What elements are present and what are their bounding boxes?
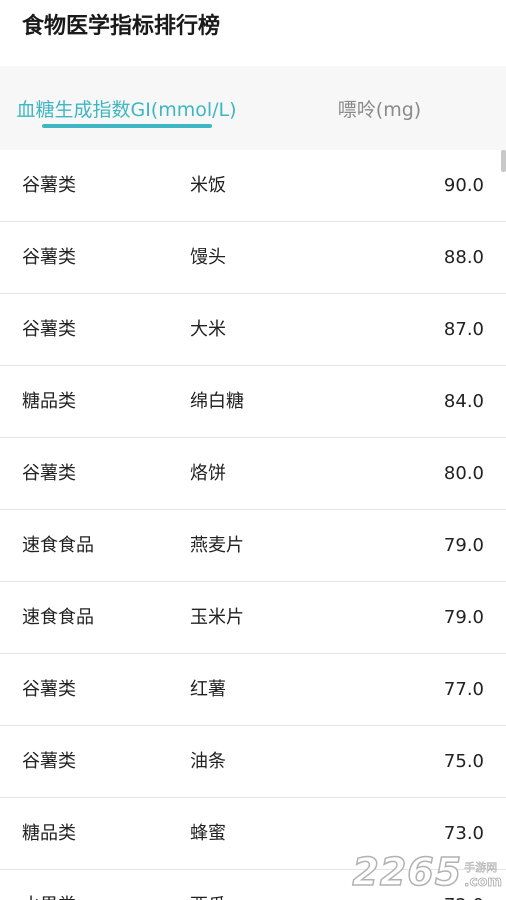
- table-row[interactable]: 速食食品 玉米片 79.0: [0, 582, 506, 654]
- row-category: 谷薯类: [22, 175, 76, 196]
- row-value: 73.0: [443, 823, 484, 844]
- page-title: 食物医学指标排行榜: [22, 14, 221, 39]
- row-category: 水果类: [22, 870, 76, 900]
- row-food-name: 绵白糖: [190, 391, 244, 412]
- row-food-name: 烙饼: [190, 463, 226, 484]
- header-bar: 食物医学指标排行榜: [0, 0, 506, 66]
- row-value: 77.0: [443, 679, 484, 700]
- table-row[interactable]: 水果类 西瓜 72.0: [0, 870, 506, 900]
- row-category: 糖品类: [22, 391, 76, 412]
- row-category: 谷薯类: [22, 463, 76, 484]
- row-value: 75.0: [443, 751, 484, 772]
- row-category: 谷薯类: [22, 679, 76, 700]
- table-row[interactable]: 糖品类 蜂蜜 73.0: [0, 798, 506, 870]
- app-screen: 食物医学指标排行榜 血糖生成指数GI(mmol/L) 嘌呤(mg) 谷薯类 米饭 9…: [0, 0, 506, 900]
- row-food-name: 燕麦片: [190, 535, 244, 556]
- table-row[interactable]: 谷薯类 米饭 90.0: [0, 150, 506, 222]
- row-food-name: 玉米片: [190, 607, 244, 628]
- row-food-name: 大米: [190, 319, 226, 340]
- row-food-name: 油条: [190, 751, 226, 772]
- row-food-name: 蜂蜜: [190, 823, 226, 844]
- row-category: 速食食品: [22, 535, 94, 556]
- row-value: 88.0: [443, 247, 484, 268]
- tab-purine[interactable]: 嘌呤(mg): [253, 66, 506, 150]
- table-row[interactable]: 糖品类 绵白糖 84.0: [0, 366, 506, 438]
- row-value: 80.0: [443, 463, 484, 484]
- table-row[interactable]: 谷薯类 烙饼 80.0: [0, 438, 506, 510]
- row-value: 87.0: [443, 319, 484, 340]
- row-category: 速食食品: [22, 607, 94, 628]
- row-category: 谷薯类: [22, 247, 76, 268]
- table-row[interactable]: 谷薯类 馒头 88.0: [0, 222, 506, 294]
- row-food-name: 红薯: [190, 679, 226, 700]
- row-value: 90.0: [443, 175, 484, 196]
- active-tab-indicator: [42, 124, 212, 128]
- tab-bar: 血糖生成指数GI(mmol/L) 嘌呤(mg): [0, 66, 506, 150]
- food-ranking-list[interactable]: 谷薯类 米饭 90.0 谷薯类 馒头 88.0 谷薯类 大米 87.0 糖品类 绵白糖 84.0 谷薯类…: [0, 150, 506, 900]
- table-row[interactable]: 速食食品 燕麦片 79.0: [0, 510, 506, 582]
- row-food-name: 馒头: [190, 247, 226, 268]
- tab-gi-index[interactable]: 血糖生成指数GI(mmol/L): [0, 66, 253, 150]
- row-category: 谷薯类: [22, 751, 76, 772]
- row-category: 糖品类: [22, 823, 76, 844]
- row-food-name: 西瓜: [190, 870, 226, 900]
- list-scrollbar[interactable]: [501, 150, 506, 172]
- row-value: 84.0: [443, 391, 484, 412]
- row-food-name: 米饭: [190, 175, 226, 196]
- table-row[interactable]: 谷薯类 油条 75.0: [0, 726, 506, 798]
- row-value: 79.0: [443, 607, 484, 628]
- row-value: 72.0: [444, 870, 484, 900]
- row-category: 谷薯类: [22, 319, 76, 340]
- table-row[interactable]: 谷薯类 红薯 77.0: [0, 654, 506, 726]
- table-row[interactable]: 谷薯类 大米 87.0: [0, 294, 506, 366]
- row-value: 79.0: [443, 535, 484, 556]
